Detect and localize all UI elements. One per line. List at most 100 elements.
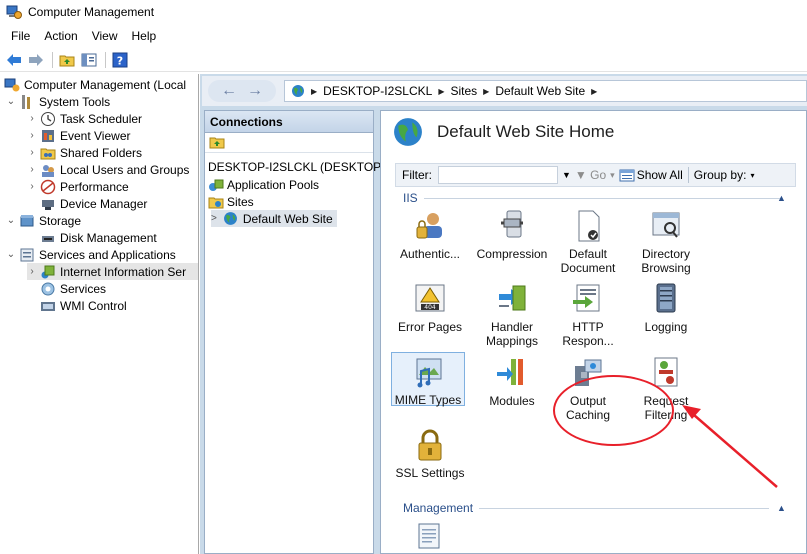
tree-item-local-users-groups[interactable]: › Local Users and Groups <box>27 161 189 178</box>
forward-arrow-icon <box>29 53 43 66</box>
help-button[interactable]: ? <box>110 50 130 70</box>
forward-arrow-icon: → <box>247 82 263 99</box>
tree-item-label: Event Viewer <box>60 128 131 143</box>
svg-text:?: ? <box>117 54 123 67</box>
menu-view[interactable]: View <box>85 27 125 45</box>
tree-item-services-applications[interactable]: ⌄ Services and Applications <box>6 246 176 263</box>
breadcrumb[interactable]: ▶ DESKTOP-I2SLCKL ▶ Sites ▶ Default Web … <box>284 80 807 102</box>
show-hide-tree-button[interactable] <box>79 50 99 70</box>
breadcrumb-item[interactable]: Sites <box>450 84 477 98</box>
tree-item-internet-information-services[interactable]: › Internet Information Ser <box>27 263 198 280</box>
breadcrumb-item[interactable]: DESKTOP-I2SLCKL <box>323 84 432 98</box>
tree-item-computer-management-root[interactable]: Computer Management (Local <box>4 76 186 93</box>
tree-item-label: Internet Information Ser <box>60 264 187 279</box>
default-web-site-label: Default Web Site <box>242 211 333 226</box>
connection-app-pools[interactable]: Application Pools <box>208 176 319 193</box>
nav-buttons: ← → <box>208 80 276 102</box>
device-manager-icon <box>42 199 54 210</box>
connections-panel: Connections DESKTOP-I2SLCKL (DESKTOP- Ap… <box>204 110 385 554</box>
wmi-icon <box>41 301 55 311</box>
menu-action[interactable]: Action <box>37 27 84 45</box>
sites-folder-icon <box>208 197 224 208</box>
computer-management-icon <box>6 5 22 19</box>
shared-folder-icon <box>40 148 56 159</box>
breadcrumb-separator-icon: ▶ <box>311 86 318 96</box>
globe-icon <box>292 85 304 97</box>
disk-icon <box>42 235 54 242</box>
app-pools-icon <box>209 179 224 191</box>
connection-sites[interactable]: Sites <box>208 193 254 210</box>
folder-up-icon <box>59 55 75 66</box>
breadcrumb-separator-icon: ▶ <box>438 86 445 96</box>
features-view: Default Web Site Home Filter: ▼ ▼ Go ▾ S… <box>380 110 807 554</box>
computer-management-icon <box>4 78 20 91</box>
tree-item-label: Storage <box>39 213 82 228</box>
iis-forward-button[interactable]: → <box>242 80 268 102</box>
back-arrow-icon: ← <box>221 82 237 99</box>
globe-icon <box>223 212 237 225</box>
tree-item-shared-folders[interactable]: › Shared Folders <box>27 144 142 161</box>
connect-icon[interactable] <box>209 135 225 149</box>
window-title: Computer Management <box>28 5 155 19</box>
server-label: DESKTOP-I2SLCKL (DESKTOP- <box>208 159 386 174</box>
tree-item-label: Task Scheduler <box>60 111 143 126</box>
iis-manager: ← → ▶ DESKTOP-I2SLCKL ▶ Sites ▶ Default … <box>200 74 807 554</box>
tree-item-label: System Tools <box>39 94 111 109</box>
connections-toolbar <box>205 133 373 153</box>
breadcrumb-separator-icon: ▶ <box>591 86 598 96</box>
tree-item-task-scheduler[interactable]: › Task Scheduler <box>27 110 142 127</box>
back-button[interactable] <box>4 50 24 70</box>
breadcrumb-item[interactable]: Default Web Site <box>495 84 585 98</box>
tree-item-wmi-control[interactable]: WMI Control <box>27 297 127 314</box>
gear-icon <box>41 282 55 295</box>
sites-label: Sites <box>227 194 254 209</box>
menu-bar: File Action View Help <box>0 25 807 47</box>
clock-icon <box>41 111 55 126</box>
chevron-right-icon[interactable]: › <box>27 147 37 158</box>
up-folder-button[interactable] <box>57 50 77 70</box>
tree-item-disk-management[interactable]: Disk Management <box>27 229 157 246</box>
chevron-down-icon[interactable]: ⌄ <box>6 96 16 107</box>
chevron-right-icon[interactable]: › <box>27 181 37 192</box>
help-icon: ? <box>112 52 128 67</box>
tree-item-event-viewer[interactable]: › Event Viewer <box>27 127 130 144</box>
tree-item-device-manager[interactable]: Device Manager <box>27 195 147 212</box>
tree-item-label: Computer Management (Local <box>24 77 187 92</box>
menu-help[interactable]: Help <box>125 27 164 45</box>
connection-server[interactable]: DESKTOP-I2SLCKL (DESKTOP- <box>208 158 385 175</box>
forward-button[interactable] <box>26 50 46 70</box>
tree-item-label: Services <box>60 281 107 296</box>
address-bar: ← → ▶ DESKTOP-I2SLCKL ▶ Sites ▶ Default … <box>202 76 807 106</box>
tree-item-label: Services and Applications <box>39 247 176 262</box>
connections-header: Connections <box>205 111 373 133</box>
storage-icon <box>20 214 34 226</box>
console-tree-icon <box>81 53 97 66</box>
chevron-down-icon[interactable]: ⌄ <box>6 249 16 260</box>
tree-item-label: Shared Folders <box>60 145 143 160</box>
expand-chevron-icon[interactable]: > <box>211 213 217 224</box>
chevron-right-icon[interactable]: › <box>27 164 37 175</box>
tree-item-label: Disk Management <box>60 230 157 245</box>
tree-item-system-tools[interactable]: ⌄ System Tools <box>6 93 110 110</box>
tree-item-services[interactable]: Services <box>27 280 106 297</box>
breadcrumb-separator-icon: ▶ <box>483 86 490 96</box>
connection-default-web-site[interactable]: > Default Web Site <box>211 210 337 227</box>
back-arrow-icon <box>7 53 21 66</box>
chevron-right-icon[interactable]: › <box>27 113 37 124</box>
menu-file[interactable]: File <box>4 27 37 45</box>
tree-item-performance[interactable]: › Performance <box>27 178 129 195</box>
chevron-right-icon[interactable]: › <box>27 266 37 277</box>
users-icon <box>42 164 54 177</box>
toolbar: ? <box>0 48 807 72</box>
chevron-right-icon[interactable]: › <box>27 130 37 141</box>
tree-item-label: Device Manager <box>60 196 148 211</box>
annotation-arrow <box>682 405 778 488</box>
chevron-down-icon[interactable]: ⌄ <box>6 215 16 226</box>
console-tree: Computer Management (Local ⌄ System Tools ›… <box>0 74 199 554</box>
tree-item-storage[interactable]: ⌄ Storage <box>6 212 81 229</box>
performance-icon <box>40 179 56 194</box>
title-bar: Computer Management <box>0 0 807 24</box>
iis-back-button[interactable]: ← <box>216 80 242 102</box>
services-apps-icon <box>20 248 34 261</box>
tools-icon <box>22 94 30 109</box>
